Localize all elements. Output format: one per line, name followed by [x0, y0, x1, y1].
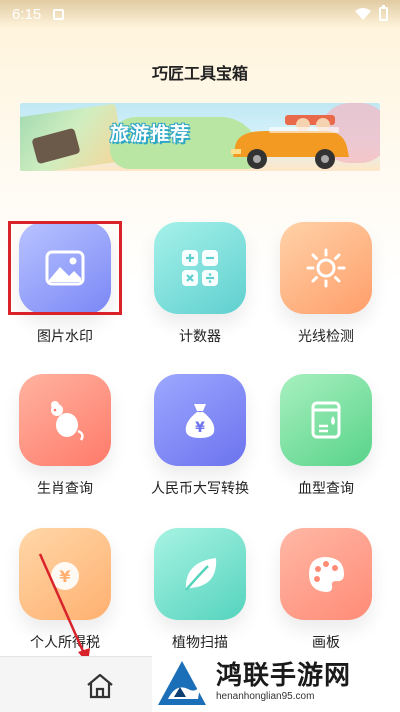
- yen-coin-icon: ¥: [51, 562, 79, 590]
- home-button[interactable]: [84, 671, 116, 701]
- watermark-text: 鸿联手游网 henanhonglian95.com: [216, 661, 351, 702]
- tool-rmb-uppercase[interactable]: ¥ 人民币大写转换: [132, 374, 268, 504]
- battery-icon: [379, 5, 388, 21]
- sun-icon-tile[interactable]: [280, 222, 372, 314]
- money-bag-icon-tile[interactable]: ¥: [154, 374, 246, 466]
- tool-label: 植物扫描: [172, 635, 228, 651]
- tool-label: 计数器: [179, 329, 221, 345]
- tool-counter[interactable]: 计数器: [140, 222, 260, 352]
- svg-text:¥: ¥: [195, 420, 205, 436]
- tool-label: 图片水印: [37, 329, 93, 345]
- tool-label: 个人所得税: [30, 635, 100, 651]
- tool-label: 光线检测: [298, 329, 354, 345]
- rat-icon: [51, 401, 84, 441]
- tool-label: 人民币大写转换: [151, 481, 249, 497]
- notification-image-icon: [53, 8, 65, 20]
- palette-icon: [309, 557, 344, 592]
- palette-icon-tile[interactable]: [280, 528, 372, 620]
- blood-report-icon: [311, 401, 341, 439]
- travel-banner[interactable]: 旅游推荐: [20, 103, 380, 171]
- watermark-url: henanhonglian95.com: [216, 690, 315, 702]
- leaf-icon: [185, 558, 217, 591]
- tool-image-watermark[interactable]: 图片水印: [5, 222, 125, 352]
- sun-icon: [306, 248, 346, 288]
- home-icon: [87, 673, 113, 699]
- tool-zodiac-lookup[interactable]: 生肖查询: [5, 374, 125, 504]
- banner-title: 旅游推荐: [110, 123, 191, 145]
- tool-label: 画板: [312, 635, 340, 651]
- status-bar: 6:15: [0, 0, 400, 28]
- image-icon: [45, 250, 85, 286]
- tool-label: 血型查询: [298, 481, 354, 497]
- tool-blood-type[interactable]: 血型查询: [266, 374, 386, 504]
- image-icon-tile[interactable]: [19, 222, 111, 314]
- tool-drawing-board[interactable]: 画板: [266, 528, 386, 658]
- calculator-icon: [182, 250, 218, 286]
- tool-light-detection[interactable]: 光线检测: [266, 222, 386, 352]
- car-illustration: [231, 115, 349, 169]
- status-time: 6:15: [12, 5, 42, 23]
- status-indicators: [355, 5, 388, 21]
- watermark-title: 鸿联手游网: [216, 660, 352, 691]
- wifi-icon: [355, 8, 371, 20]
- tool-plant-scan[interactable]: 植物扫描: [140, 528, 260, 658]
- svg-text:¥: ¥: [59, 567, 70, 586]
- money-bag-icon: ¥: [185, 404, 215, 438]
- tool-label: 生肖查询: [37, 481, 93, 497]
- blood-report-icon-tile[interactable]: [280, 374, 372, 466]
- leaf-icon-tile[interactable]: [154, 528, 246, 620]
- tool-income-tax[interactable]: ¥ 个人所得税: [5, 528, 125, 658]
- page-title: 巧匠工具宝箱: [151, 64, 248, 83]
- rat-icon-tile[interactable]: [19, 374, 111, 466]
- site-watermark: 鸿联手游网 henanhonglian95.com: [152, 650, 400, 712]
- yen-coin-icon-tile[interactable]: ¥: [19, 528, 111, 620]
- watermark-logo-icon: [158, 661, 206, 705]
- calculator-icon-tile[interactable]: [154, 222, 246, 314]
